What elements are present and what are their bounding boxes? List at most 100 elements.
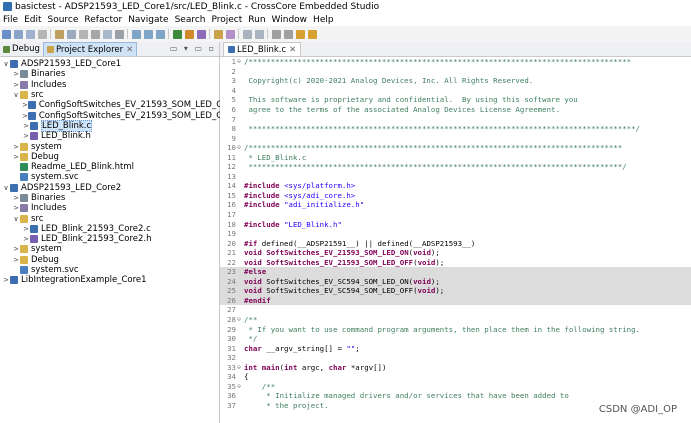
expand-toggle-icon[interactable]: > [22, 122, 30, 130]
folder-icon [20, 152, 28, 161]
tree-item[interactable]: > Debug [0, 255, 219, 265]
clean-icon[interactable] [78, 29, 88, 39]
external-tools-icon[interactable] [196, 29, 206, 39]
tree-item[interactable]: ∨ src [0, 213, 219, 224]
tab-project-explorer[interactable]: Project Explorer ✕ [42, 42, 138, 56]
view-controls[interactable]: ▭ ▾ ▭ ▫ [170, 44, 216, 53]
search-icon[interactable] [242, 29, 252, 39]
tree-item[interactable]: system.svc [0, 265, 219, 275]
tree-item[interactable]: Readme_LED_Blink.html [0, 162, 219, 172]
menu-bar: File Edit Source Refactor Navigate Searc… [0, 13, 691, 26]
menu-run[interactable]: Run [245, 15, 268, 25]
open-type-icon[interactable] [225, 29, 235, 39]
forward-icon[interactable] [307, 29, 317, 39]
run-icon[interactable] [184, 29, 194, 39]
tree-item[interactable]: system.svc [0, 172, 219, 182]
expand-toggle-icon[interactable]: > [12, 256, 20, 264]
close-icon[interactable]: ✕ [289, 45, 296, 55]
code-token: argc, [297, 362, 329, 372]
annotation-icon[interactable] [254, 29, 264, 39]
terminate-icon[interactable] [102, 29, 112, 39]
expand-toggle-icon[interactable]: ∨ [12, 91, 20, 99]
expand-toggle-icon[interactable]: > [12, 81, 20, 89]
tree-item[interactable]: > LibIntegrationExample_Core1 [0, 275, 219, 285]
folder-icon [20, 91, 28, 100]
menu-search[interactable]: Search [172, 15, 209, 25]
expand-toggle-icon[interactable]: > [22, 225, 30, 233]
step-into-icon[interactable] [131, 29, 141, 39]
step-return-icon[interactable] [155, 29, 165, 39]
expand-toggle-icon[interactable]: > [12, 70, 20, 78]
tree-item[interactable]: > Includes [0, 80, 219, 90]
expand-toggle-icon[interactable]: > [22, 132, 30, 140]
tree-item-label: system [31, 244, 62, 255]
new-icon[interactable] [1, 29, 11, 39]
next-annotation-icon[interactable] [271, 29, 281, 39]
debug-icon[interactable] [172, 29, 182, 39]
tree-item[interactable]: > ConfigSoftSwitches_EV_21593_SOM_LED_ON.… [0, 110, 237, 121]
tree-item[interactable]: ∨ ADSP21593_LED_Core1 [0, 59, 219, 69]
expand-toggle-icon[interactable]: ∨ [2, 60, 10, 68]
expand-toggle-icon[interactable]: > [12, 245, 20, 253]
expand-toggle-icon[interactable]: > [12, 153, 20, 161]
code-text: * Initialize managed drivers and/or serv… [242, 391, 569, 400]
menu-file[interactable]: File [0, 15, 21, 25]
tree-item[interactable]: > system [0, 141, 219, 152]
back-icon[interactable] [295, 29, 305, 39]
print-icon[interactable] [37, 29, 47, 39]
build-all-icon[interactable] [66, 29, 76, 39]
prev-annotation-icon[interactable] [283, 29, 293, 39]
tree-item[interactable]: > Debug [0, 152, 219, 162]
expand-toggle-icon[interactable]: > [12, 194, 20, 202]
html-icon [20, 163, 28, 172]
line-number: 18 [227, 219, 236, 229]
step-over-icon[interactable] [143, 29, 153, 39]
code-text: int main(int argc, char *argv[]) [242, 363, 386, 372]
expand-toggle-icon[interactable]: > [22, 112, 28, 120]
menu-help[interactable]: Help [310, 15, 337, 25]
save-all-icon[interactable] [25, 29, 35, 39]
tree-item[interactable]: > Binaries [0, 193, 219, 203]
new-project-icon[interactable] [213, 29, 223, 39]
tree-item[interactable]: > system [0, 244, 219, 254]
code-token: int [244, 362, 258, 372]
code-text: /** [242, 382, 275, 391]
tree-item[interactable]: > LED_Blink.h [0, 131, 219, 141]
tree-item[interactable]: ∨ ADSP21593_LED_Core2 [0, 183, 219, 193]
code-editor[interactable]: 1 ⊖/*************************************… [220, 57, 691, 410]
tree-item[interactable]: > LED_Blink_21593_Core2.c [0, 224, 219, 234]
code-line: 27 [220, 305, 691, 315]
toolbar-separator [127, 29, 128, 39]
expand-toggle-icon[interactable]: > [2, 276, 10, 284]
stop-icon[interactable] [90, 29, 100, 39]
close-icon[interactable]: ✕ [126, 45, 133, 55]
menu-project[interactable]: Project [208, 15, 245, 25]
code-line: 3 Copyright(c) 2020-2021 Analog Devices,… [220, 76, 691, 86]
code-line: 28 ⊖/** [220, 315, 691, 325]
build-icon[interactable] [54, 29, 64, 39]
expand-toggle-icon[interactable]: ∨ [12, 215, 20, 223]
binaries-icon [20, 70, 28, 79]
tab-led-blink-c[interactable]: LED_Blink.c ✕ [223, 42, 302, 56]
disconnect-icon[interactable] [114, 29, 124, 39]
expand-toggle-icon[interactable]: > [22, 235, 30, 243]
expand-toggle-icon[interactable]: > [12, 143, 20, 151]
save-icon[interactable] [13, 29, 23, 39]
toolbar-separator [238, 29, 239, 39]
expand-toggle-icon[interactable]: > [22, 101, 28, 109]
expand-toggle-icon[interactable]: ∨ [2, 184, 10, 192]
menu-source[interactable]: Source [45, 15, 82, 25]
tree-item-label: LED_Blink.h [41, 131, 91, 142]
tree-item[interactable]: > Binaries [0, 69, 219, 79]
tab-debug[interactable]: Debug [0, 43, 43, 56]
menu-edit[interactable]: Edit [21, 15, 44, 25]
tree-item[interactable]: > LED_Blink.c [0, 119, 219, 132]
menu-navigate[interactable]: Navigate [125, 15, 171, 25]
tree-item[interactable]: ∨ src [0, 90, 219, 100]
tree-item[interactable]: > Includes [0, 203, 219, 213]
expand-toggle-icon[interactable]: > [12, 204, 20, 212]
tree-item[interactable]: > ConfigSoftSwitches_EV_21593_SOM_LED_OFF… [0, 100, 239, 110]
menu-refactor[interactable]: Refactor [81, 15, 125, 25]
menu-window[interactable]: Window [269, 15, 311, 25]
tree-item[interactable]: > LED_Blink_21593_Core2.h [0, 234, 219, 244]
